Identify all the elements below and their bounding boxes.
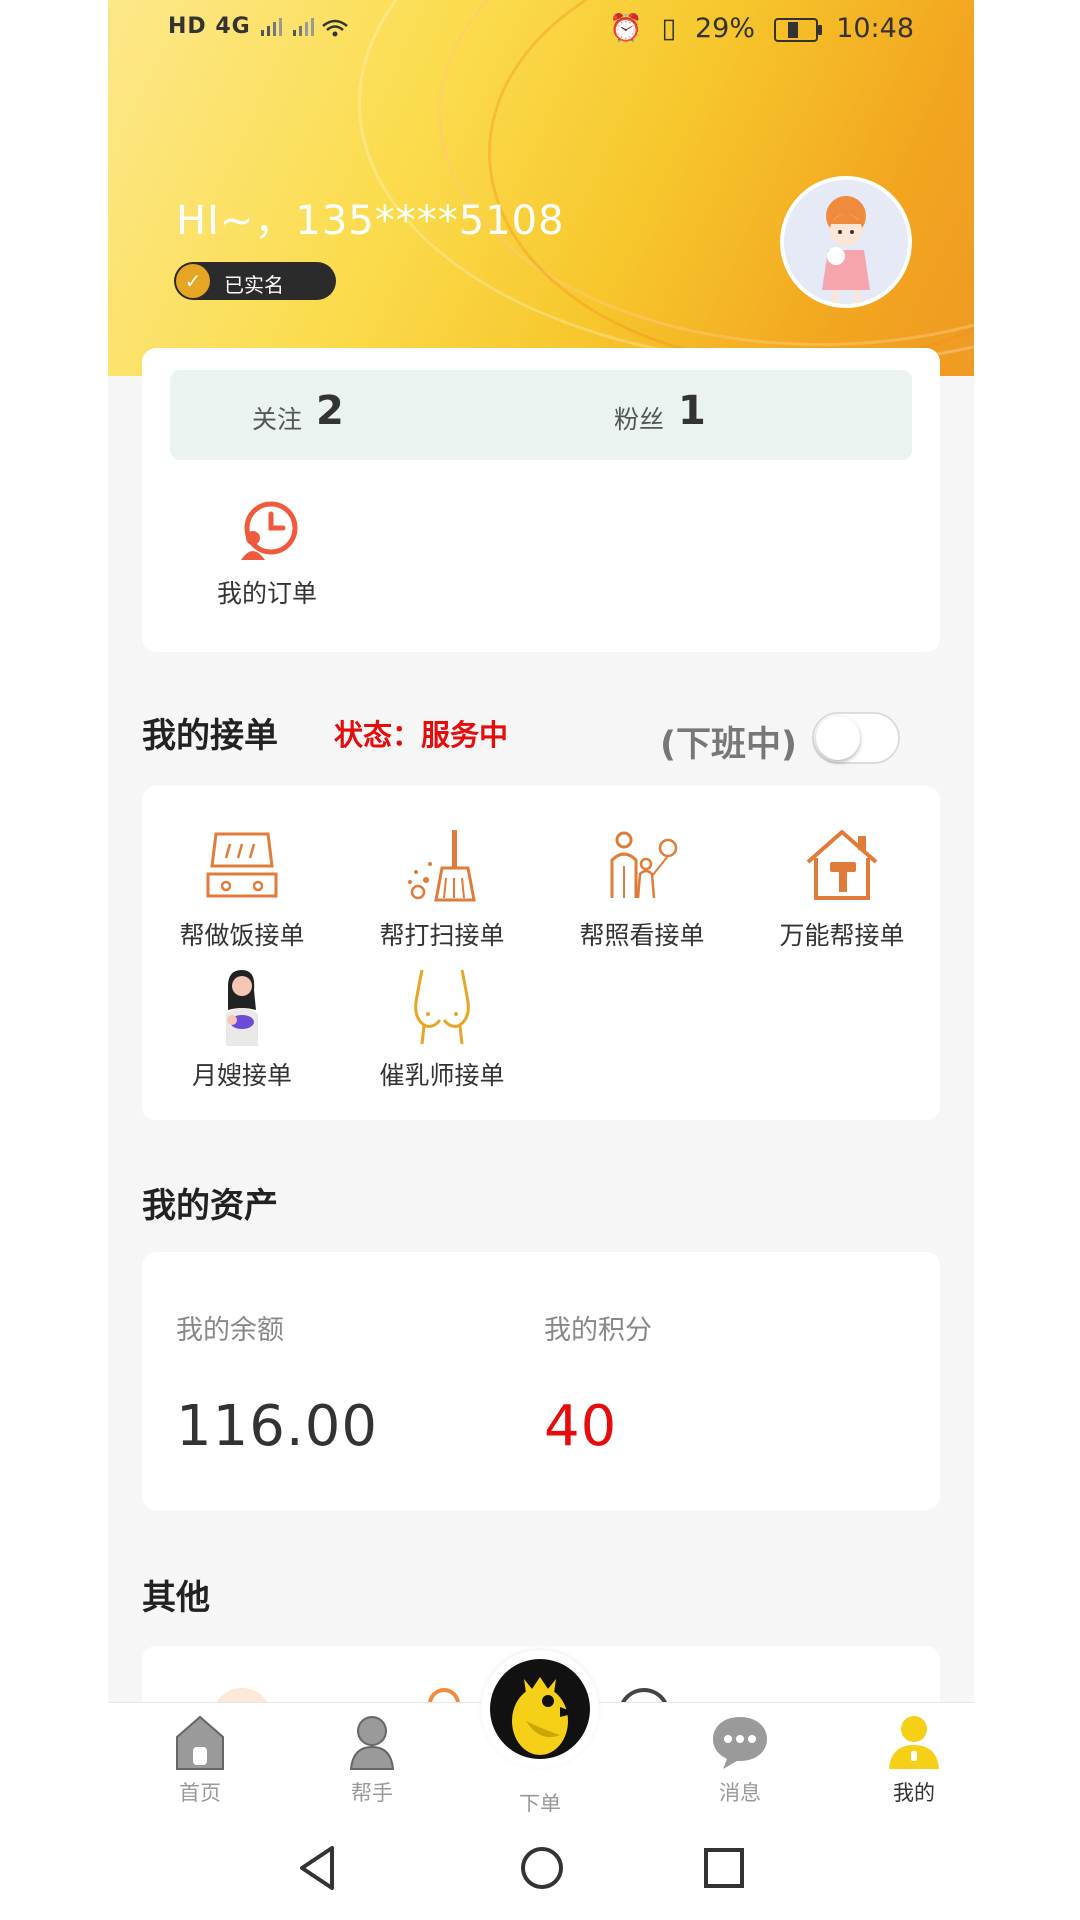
broom-icon: [408, 830, 476, 902]
avatar[interactable]: [780, 176, 912, 308]
tab-messages[interactable]: 消息: [680, 1713, 800, 1807]
system-nav-bar: [108, 1812, 974, 1920]
lactation-icon: [414, 969, 470, 1045]
profile-card: 关注 2 粉丝 1 我的订单: [142, 348, 940, 652]
status-bar: HD 4G ⏰ ▯ 29% 10:48: [108, 0, 974, 60]
bird-logo-icon: [490, 1659, 590, 1759]
following-count[interactable]: 2: [316, 388, 344, 434]
network-label: HD 4G: [168, 14, 251, 39]
nanny-icon: [226, 970, 258, 1046]
service-label: 催乳师接单: [379, 1061, 505, 1090]
fans-label[interactable]: 粉丝: [614, 400, 664, 436]
status-right: ⏰ ▯ 29% 10:48: [599, 12, 914, 44]
toggle-knob: [816, 716, 860, 760]
other-title: 其他: [142, 1578, 210, 1618]
tab-label: 首页: [179, 1781, 221, 1805]
signal-icon: [261, 18, 349, 37]
recents-icon[interactable]: [694, 1838, 754, 1898]
tab-helper[interactable]: 帮手: [312, 1713, 432, 1807]
assets-title: 我的资产: [142, 1186, 278, 1226]
points-label: 我的积分: [544, 1315, 652, 1346]
service-caregiving[interactable]: 帮照看接单: [542, 826, 742, 952]
network-indicator: HD 4G: [168, 14, 349, 39]
home-circle-icon[interactable]: [512, 1838, 572, 1898]
family-care-icon: [610, 831, 678, 899]
my-orders-button[interactable]: 我的订单: [202, 498, 332, 610]
follow-stats-bar: 关注 2 粉丝 1: [170, 370, 912, 460]
service-label: 帮做饭接单: [179, 921, 305, 950]
user-icon: [889, 1716, 939, 1769]
balance-value[interactable]: 116.00: [176, 1394, 378, 1459]
service-label: 帮照看接单: [579, 921, 705, 950]
service-nanny[interactable]: 月嫂接单: [142, 966, 342, 1092]
accept-orders-card: 帮做饭接单 帮打扫接单 帮照看接单 万能帮接单 月嫂接单 催乳师接单: [142, 786, 940, 1120]
tab-label: 帮手: [351, 1781, 393, 1805]
points-value[interactable]: 40: [544, 1394, 617, 1459]
service-label: 万能帮接单: [779, 921, 905, 950]
service-cooking[interactable]: 帮做饭接单: [142, 826, 342, 952]
following-label[interactable]: 关注: [252, 400, 302, 436]
assets-card: 我的余额 116.00 我的积分 40: [142, 1252, 940, 1510]
off-duty-label: (下班中): [660, 725, 797, 765]
service-lactation[interactable]: 催乳师接单: [342, 966, 542, 1092]
clock: 10:48: [836, 13, 914, 44]
balance-label: 我的余额: [176, 1315, 284, 1346]
message-icon: [713, 1717, 767, 1769]
accept-orders-title: 我的接单: [142, 716, 278, 756]
my-orders-label: 我的订单: [216, 579, 317, 608]
profile-header: HD 4G ⏰ ▯ 29% 10:48 HI~，135****5108 ✓ 已实…: [108, 0, 974, 376]
service-label: 月嫂接单: [191, 1061, 292, 1090]
battery-percent: 29%: [694, 13, 755, 44]
service-label: 帮打扫接单: [379, 921, 505, 950]
duty-toggle[interactable]: [812, 712, 900, 764]
greeting-text: HI~，135****5108: [176, 198, 565, 244]
fans-count[interactable]: 1: [678, 388, 706, 434]
verified-label: 已实名: [224, 273, 284, 297]
tab-label: 我的: [893, 1781, 935, 1805]
battery-icon: [773, 17, 822, 42]
tab-mine[interactable]: 我的: [854, 1713, 974, 1807]
verified-badge: ✓ 已实名: [174, 262, 336, 300]
house-hammer-icon: [806, 830, 878, 900]
service-handyman[interactable]: 万能帮接单: [742, 826, 942, 952]
order-clock-icon: [241, 501, 298, 560]
alarm-icon: ⏰: [609, 13, 643, 44]
home-icon: [176, 1715, 224, 1770]
tab-home[interactable]: 首页: [140, 1713, 260, 1807]
cooktop-icon: [206, 832, 278, 898]
service-cleaning[interactable]: 帮打扫接单: [342, 826, 542, 952]
place-order-button[interactable]: [481, 1650, 599, 1768]
phone-screen: HD 4G ⏰ ▯ 29% 10:48 HI~，135****5108 ✓ 已实…: [108, 0, 974, 1920]
back-icon[interactable]: [288, 1838, 348, 1898]
avatar-illustration: [784, 180, 908, 304]
helper-icon: [349, 1716, 395, 1770]
check-icon: ✓: [176, 264, 210, 298]
tab-label: 消息: [719, 1781, 761, 1805]
service-status: 状态：服务中: [334, 718, 509, 752]
vibrate-icon: ▯: [661, 13, 677, 44]
